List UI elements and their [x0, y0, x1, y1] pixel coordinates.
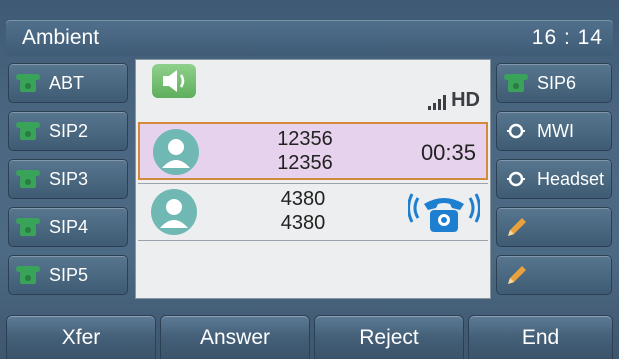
softkey-answer[interactable]: Answer — [160, 315, 310, 359]
caller-name: 12356 — [277, 128, 333, 150]
softkey-xfer[interactable]: Xfer — [6, 315, 156, 359]
blf-icon — [507, 171, 525, 187]
line-key-label: Headset — [537, 168, 605, 189]
softkey-reject[interactable]: Reject — [314, 315, 464, 359]
pencil-icon — [508, 266, 526, 284]
phone-icon — [16, 74, 40, 92]
speaker-icon — [152, 64, 196, 98]
line-key-label: SIP5 — [49, 264, 89, 285]
call-row-incoming[interactable]: 4380 4380 — [138, 183, 488, 241]
line-key-empty-1[interactable] — [496, 207, 612, 247]
line-key-sip6[interactable]: SIP6 — [496, 63, 612, 103]
signal-icon — [428, 95, 447, 110]
phone-icon — [16, 266, 40, 284]
line-key-mwi[interactable]: MWI — [496, 111, 612, 151]
call-row-active[interactable]: 12356 12356 00:35 — [138, 122, 488, 180]
line-key-label: SIP2 — [49, 120, 89, 141]
avatar-icon — [151, 189, 197, 235]
line-key-abt[interactable]: ABT — [8, 63, 128, 103]
line-key-label: SIP3 — [49, 168, 89, 189]
line-key-headset[interactable]: Headset — [496, 159, 612, 199]
pencil-icon — [508, 218, 526, 236]
caller-number: 12356 — [277, 152, 333, 174]
phone-screen: Ambient 16 : 14 ABT SIP2 SIP3 SIP4 SIP5 … — [0, 0, 619, 359]
hd-label: HD — [451, 89, 480, 111]
clock: 16 : 14 — [531, 26, 603, 49]
line-key-label: MWI — [537, 120, 574, 141]
caller-name: 4380 — [280, 188, 326, 210]
phone-icon — [16, 170, 40, 188]
softkey-end[interactable]: End — [468, 315, 613, 359]
line-key-label: SIP4 — [49, 216, 89, 237]
phone-icon — [504, 74, 528, 92]
call-panel: HD 12356 12356 00:35 4380 4380 — [135, 59, 491, 299]
phone-icon — [16, 122, 40, 140]
phone-icon — [16, 218, 40, 236]
blf-icon — [507, 123, 525, 139]
line-key-sip3[interactable]: SIP3 — [8, 159, 128, 199]
hd-indicator: HD — [428, 90, 480, 110]
caller-number: 4380 — [280, 212, 326, 234]
line-key-label: SIP6 — [537, 72, 577, 93]
line-key-sip5[interactable]: SIP5 — [8, 255, 128, 295]
account-title: Ambient — [22, 26, 100, 49]
avatar-icon — [153, 129, 199, 175]
call-duration: 00:35 — [420, 140, 476, 165]
line-key-sip2[interactable]: SIP2 — [8, 111, 128, 151]
title-bar: Ambient 16 : 14 — [6, 20, 613, 56]
ringing-phone-icon — [408, 193, 480, 232]
line-key-label: ABT — [49, 72, 85, 93]
line-key-empty-2[interactable] — [496, 255, 612, 295]
line-key-sip4[interactable]: SIP4 — [8, 207, 128, 247]
